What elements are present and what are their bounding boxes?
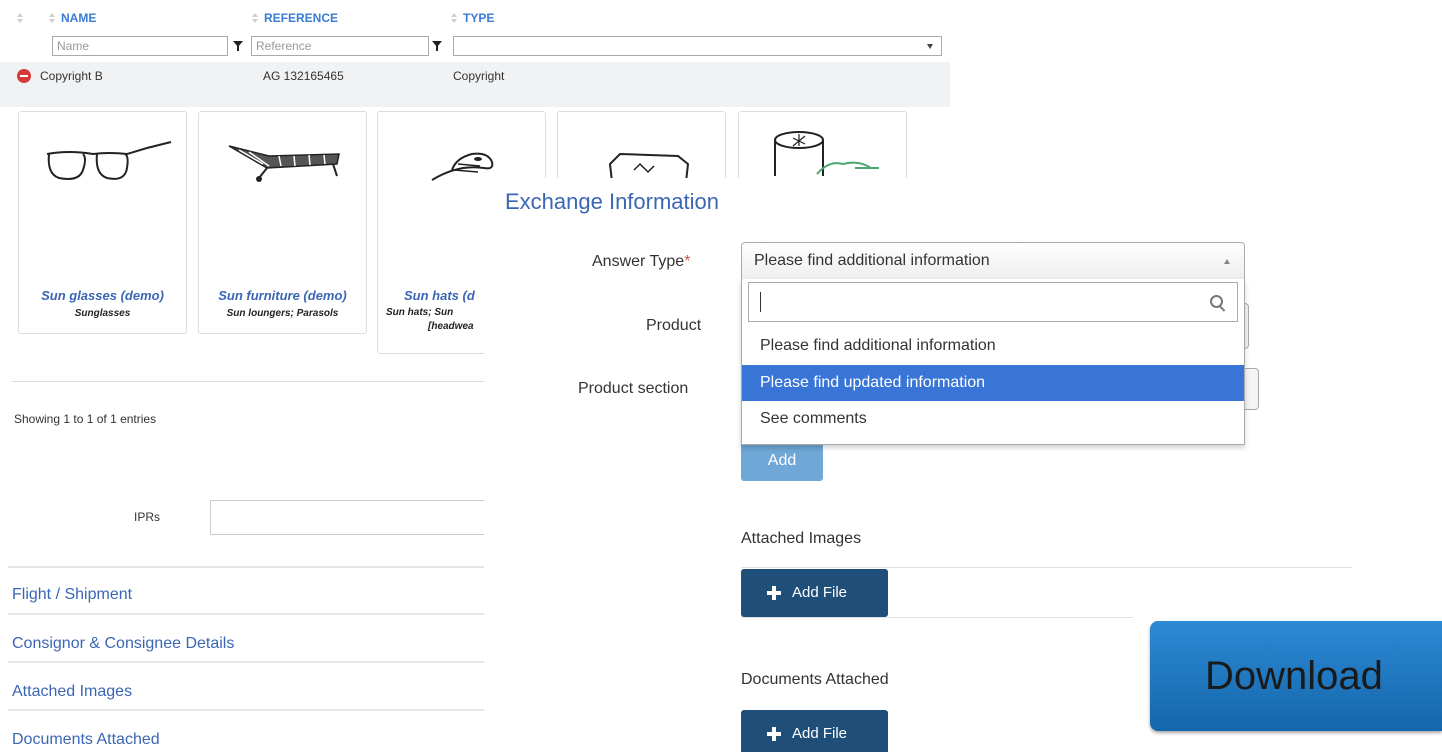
add-file-button[interactable]: Add File: [741, 710, 888, 752]
product-subtitle: [headwea: [428, 321, 474, 332]
download-button[interactable]: Download: [1150, 621, 1442, 731]
product-subtitle: Sunglasses: [74, 308, 131, 319]
section-flight-shipment[interactable]: Flight / Shipment: [12, 586, 132, 604]
section-documents-attached[interactable]: Documents Attached: [12, 731, 160, 749]
answer-type-select[interactable]: Please find additional information: [741, 242, 1245, 280]
sort-icon[interactable]: [252, 13, 258, 25]
sort-icon[interactable]: [17, 13, 23, 25]
divider: [741, 567, 1352, 568]
product-title: Sun furniture (demo): [218, 288, 347, 303]
product-card-sun-glasses[interactable]: Sun glasses (demo) Sunglasses: [18, 111, 187, 334]
dropdown-search-input[interactable]: [748, 282, 1238, 322]
answer-type-dropdown: Please find additional information Pleas…: [741, 279, 1245, 445]
iprs-input[interactable]: [210, 500, 500, 535]
chevron-up-icon: [1224, 259, 1230, 264]
product-subtitle: Sun hats; Sun: [386, 307, 454, 318]
divider: [12, 381, 484, 382]
required-mark: *: [684, 253, 691, 270]
column-header-name[interactable]: NAME: [61, 11, 96, 25]
add-file-label: Add File: [792, 725, 848, 742]
iprs-label: IPRs: [134, 510, 161, 524]
row-type: Copyright: [453, 69, 505, 83]
answer-type-value: Please find additional information: [754, 252, 990, 269]
sun-lotion-icon: [608, 152, 690, 182]
dropdown-option[interactable]: Please find additional information: [742, 328, 1244, 364]
divider: [8, 661, 484, 663]
dropdown-option-selected[interactable]: Please find updated information: [742, 365, 1244, 401]
row-name: Copyright B: [40, 69, 103, 83]
type-filter-select[interactable]: [453, 36, 942, 56]
sort-icon[interactable]: [49, 13, 55, 25]
column-header-reference[interactable]: REFERENCE: [264, 11, 338, 25]
add-file-button[interactable]: Add File: [741, 569, 888, 617]
remove-icon[interactable]: [17, 69, 31, 83]
product-title: Sun glasses (demo): [41, 288, 164, 303]
glasses-icon: [46, 141, 172, 180]
product-subtitle: Sun loungers; Parasols: [226, 308, 339, 319]
text-cursor: [760, 292, 761, 312]
name-filter-input[interactable]: Name: [52, 36, 228, 56]
divider: [8, 566, 484, 568]
column-header-type[interactable]: TYPE: [463, 11, 494, 25]
documents-attached-heading: Documents Attached: [741, 671, 889, 688]
section-attached-images[interactable]: Attached Images: [12, 683, 132, 701]
product-label: Product: [646, 317, 702, 334]
product-section-label: Product section: [578, 380, 689, 397]
divider: [741, 617, 1133, 618]
section-consignor-consignee[interactable]: Consignor & Consignee Details: [12, 635, 234, 653]
sort-icon[interactable]: [451, 13, 457, 25]
sun-cream-icon: [774, 131, 879, 176]
dropdown-option[interactable]: See comments: [742, 401, 1244, 437]
filter-icon[interactable]: [233, 41, 243, 51]
add-file-label: Add File: [792, 584, 848, 601]
product-card-sun-furniture[interactable]: Sun furniture (demo) Sun loungers; Paras…: [198, 111, 367, 334]
plus-icon: [767, 586, 781, 600]
sun-lounger-icon: [228, 145, 340, 182]
product-section-select[interactable]: [1244, 368, 1259, 410]
reference-filter-input[interactable]: Reference: [251, 36, 429, 56]
search-icon: [1210, 295, 1223, 308]
answer-type-label: Answer Type*: [592, 253, 690, 271]
divider: [8, 709, 484, 711]
pagination-info: Showing 1 to 1 of 1 entries: [14, 412, 157, 426]
attached-images-heading: Attached Images: [741, 530, 862, 547]
answer-type-label-text: Answer Type: [592, 253, 685, 270]
filter-icon[interactable]: [432, 41, 442, 51]
product-title: Sun hats (d: [404, 288, 475, 303]
divider: [8, 613, 484, 615]
row-reference: AG 132165465: [263, 69, 344, 83]
plus-icon: [767, 727, 781, 741]
page-title: Exchange Information: [505, 189, 720, 214]
chevron-down-icon: [927, 44, 933, 49]
